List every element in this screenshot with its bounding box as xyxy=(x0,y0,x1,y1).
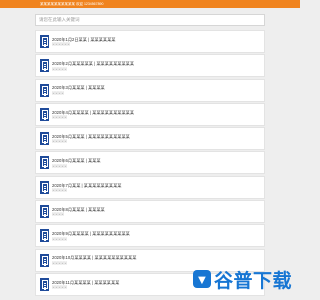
list-item-text: 2020年8月某某某 | 某某某某 某某某某 xyxy=(52,207,105,217)
list-item-title[interactable]: 2020年2月某某某某某 | 某某某某某某某某某 xyxy=(52,61,134,66)
list-item-meta: 某某某某某 xyxy=(52,260,68,265)
list-item-title[interactable]: 2020年3月某某某 | 某某某某 xyxy=(52,85,105,90)
list-item-meta: 某某某某某 xyxy=(52,163,68,168)
list-item-meta: 某某某某某 xyxy=(52,139,68,144)
document-thumbnail-icon xyxy=(40,205,49,219)
list-item[interactable]: 2020年3月某某某 | 某某某某 某某某某 xyxy=(35,78,265,102)
page: 某某某某某某某某某某 欢迎 1234567890 请您在此输入关键词 2020年… xyxy=(0,0,300,300)
document-thumbnail-icon xyxy=(40,59,49,73)
list-item-meta: 某某某某某 xyxy=(52,188,68,193)
list-item[interactable]: 2020年5月某某某 | 某某某某某某某某某某 某某某某某 xyxy=(35,127,265,151)
list-item[interactable]: 2020年1月2日某某 | 某某某某某某 某某某某某某 xyxy=(35,30,265,53)
list-item-title[interactable]: 2020年10月某某某某 | 某某某某某某某某某某 xyxy=(52,255,136,260)
list-item-text: 2020年10月某某某某 | 某某某某某某某某某某 某某某某某 xyxy=(52,255,136,265)
list-item-text: 2020年11月某某某某 | 某某某某某某 某某某某某 xyxy=(52,280,119,290)
list-item-text: 2020年3月某某某 | 某某某某 某某某某 xyxy=(52,85,105,95)
list-item-meta: 某某某某 xyxy=(52,212,65,217)
document-thumbnail-icon xyxy=(40,83,49,97)
article-list: 2020年1月2日某某 | 某某某某某某 某某某某某某 2020年2月某某某某某… xyxy=(35,30,265,296)
list-item-meta: 某某某某某 xyxy=(52,236,68,241)
watermark-text: 谷普下载 xyxy=(213,270,292,292)
document-thumbnail-icon xyxy=(40,253,49,267)
list-item[interactable]: 2020年6月某某某 | 某某某 某某某某某 xyxy=(35,151,265,175)
list-item-title[interactable]: 2020年4月某某某某 | 某某某某某某某某某某 xyxy=(52,110,134,115)
list-item-text: 2020年9月某某某某 | 某某某某某某某某某 某某某某某 xyxy=(52,231,130,241)
document-thumbnail-icon xyxy=(40,35,49,48)
list-item[interactable]: 2020年8月某某某 | 某某某某 某某某某 xyxy=(35,200,265,224)
document-thumbnail-icon xyxy=(40,277,49,291)
list-item-text: 2020年5月某某某 | 某某某某某某某某某某 某某某某某 xyxy=(52,134,130,144)
list-item-title[interactable]: 2020年11月某某某某 | 某某某某某某 xyxy=(52,280,119,285)
list-item[interactable]: 2020年9月某某某某 | 某某某某某某某某某 某某某某某 xyxy=(35,224,265,248)
list-item-title[interactable]: 2020年7月某某 | 某某某某某某某某某 xyxy=(52,183,122,188)
list-item-text: 2020年6月某某某 | 某某某 某某某某某 xyxy=(52,158,101,168)
search-input[interactable]: 请您在此输入关键词 xyxy=(35,14,265,26)
list-item-text: 2020年4月某某某某 | 某某某某某某某某某某 某某某某某 xyxy=(52,110,134,120)
list-item[interactable]: 2020年7月某某 | 某某某某某某某某某 某某某某某 xyxy=(35,175,265,199)
list-item-title[interactable]: 2020年9月某某某某 | 某某某某某某某某某 xyxy=(52,231,130,236)
list-item-title[interactable]: 2020年1月2日某某 | 某某某某某某 xyxy=(52,37,115,42)
document-thumbnail-icon xyxy=(40,132,49,146)
document-thumbnail-icon xyxy=(40,229,49,243)
list-item[interactable]: 2020年2月某某某某某 | 某某某某某某某某某 某某某某某 xyxy=(35,54,265,78)
list-item-meta: 某某某某某 xyxy=(52,66,68,71)
list-item-meta: 某某某某某 xyxy=(52,115,68,120)
search-placeholder: 请您在此输入关键词 xyxy=(39,17,80,22)
download-arrow-icon: ▼ xyxy=(192,270,211,288)
watermark-logo: ▼ 谷普下载 xyxy=(182,266,292,292)
list-item-title[interactable]: 2020年6月某某某 | 某某某 xyxy=(52,158,101,163)
top-bar-text: 某某某某某某某某某某 欢迎 1234567890 xyxy=(40,1,104,6)
list-item-meta: 某某某某某 xyxy=(52,285,68,290)
document-thumbnail-icon xyxy=(40,180,49,194)
list-item-meta: 某某某某某某 xyxy=(52,42,71,47)
top-bar: 某某某某某某某某某某 欢迎 1234567890 xyxy=(0,0,300,8)
list-item-text: 2020年1月2日某某 | 某某某某某某 某某某某某某 xyxy=(52,37,115,47)
main-content: 请您在此输入关键词 2020年1月2日某某 | 某某某某某某 某某某某某某 20… xyxy=(35,14,265,297)
document-thumbnail-icon xyxy=(40,156,49,170)
list-item-meta: 某某某某 xyxy=(52,90,65,95)
list-item-text: 2020年2月某某某某某 | 某某某某某某某某某 某某某某某 xyxy=(52,61,134,71)
document-thumbnail-icon xyxy=(40,107,49,121)
list-item-text: 2020年7月某某 | 某某某某某某某某某 某某某某某 xyxy=(52,183,122,193)
list-item[interactable]: 2020年4月某某某某 | 某某某某某某某某某某 某某某某某 xyxy=(35,102,265,126)
